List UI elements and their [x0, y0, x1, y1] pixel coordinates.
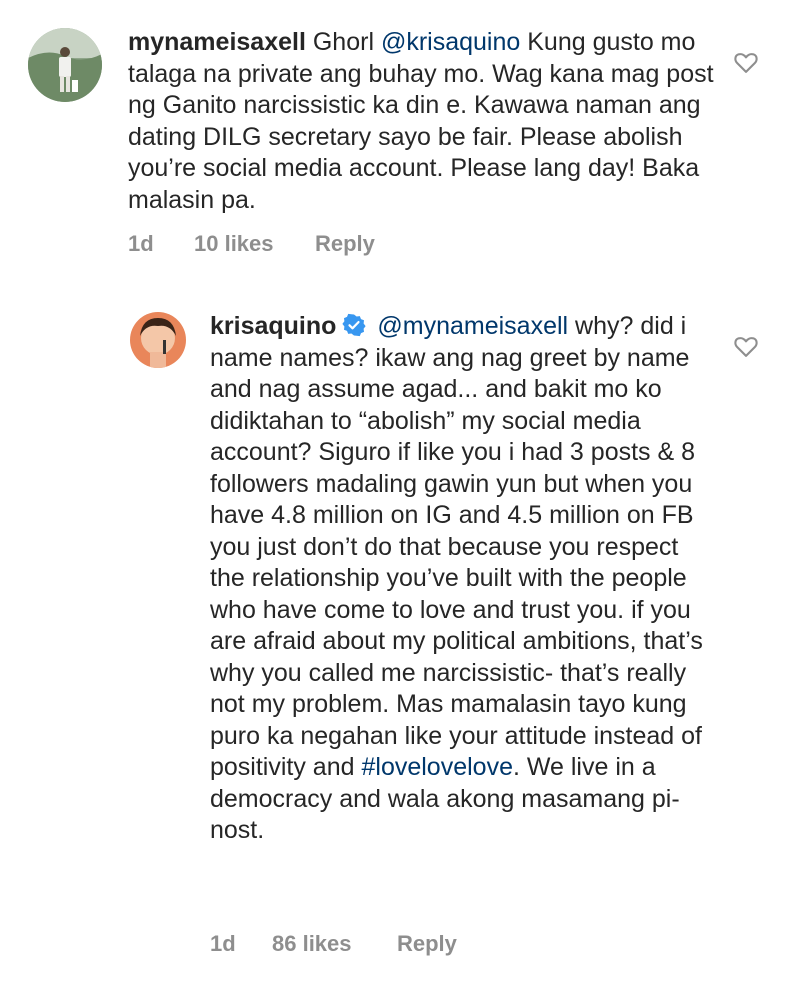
user-avatar[interactable] [28, 28, 102, 102]
user-avatar[interactable] [130, 312, 186, 368]
comment-time: 1d [128, 231, 154, 256]
likes-count[interactable]: 86 likes [272, 931, 397, 957]
comment-body-prefix: Ghorl [312, 28, 374, 56]
comment-time: 1d [210, 931, 236, 956]
comment-text: mynameisaxell Ghorl @krisaquino Kung gus… [128, 27, 723, 216]
verified-badge-icon [342, 313, 367, 337]
reply-button[interactable]: Reply [315, 231, 375, 257]
comment-text: krisaquino @mynameisaxell why? did i nam… [210, 311, 720, 847]
comment-body: why? did i name names? ikaw ang nag gree… [210, 312, 703, 781]
comment-username[interactable]: mynameisaxell [128, 28, 306, 56]
mention-link[interactable]: @krisaquino [381, 28, 520, 56]
reply-button[interactable]: Reply [397, 931, 457, 957]
reply-comment-item: krisaquino @mynameisaxell why? did i nam… [0, 290, 800, 980]
comment-meta: 1d 10 likes Reply [128, 231, 375, 257]
comment-meta: 1d 86 likes Reply [210, 931, 457, 957]
comment-username[interactable]: krisaquino [210, 312, 336, 340]
mention-link[interactable]: @mynameisaxell [377, 312, 568, 340]
comment-item: mynameisaxell Ghorl @krisaquino Kung gus… [0, 0, 800, 270]
likes-count[interactable]: 10 likes [194, 231, 315, 257]
hashtag-link[interactable]: #lovelovelove [361, 753, 513, 781]
heart-outline-icon[interactable] [732, 48, 760, 76]
heart-outline-icon[interactable] [732, 332, 760, 360]
